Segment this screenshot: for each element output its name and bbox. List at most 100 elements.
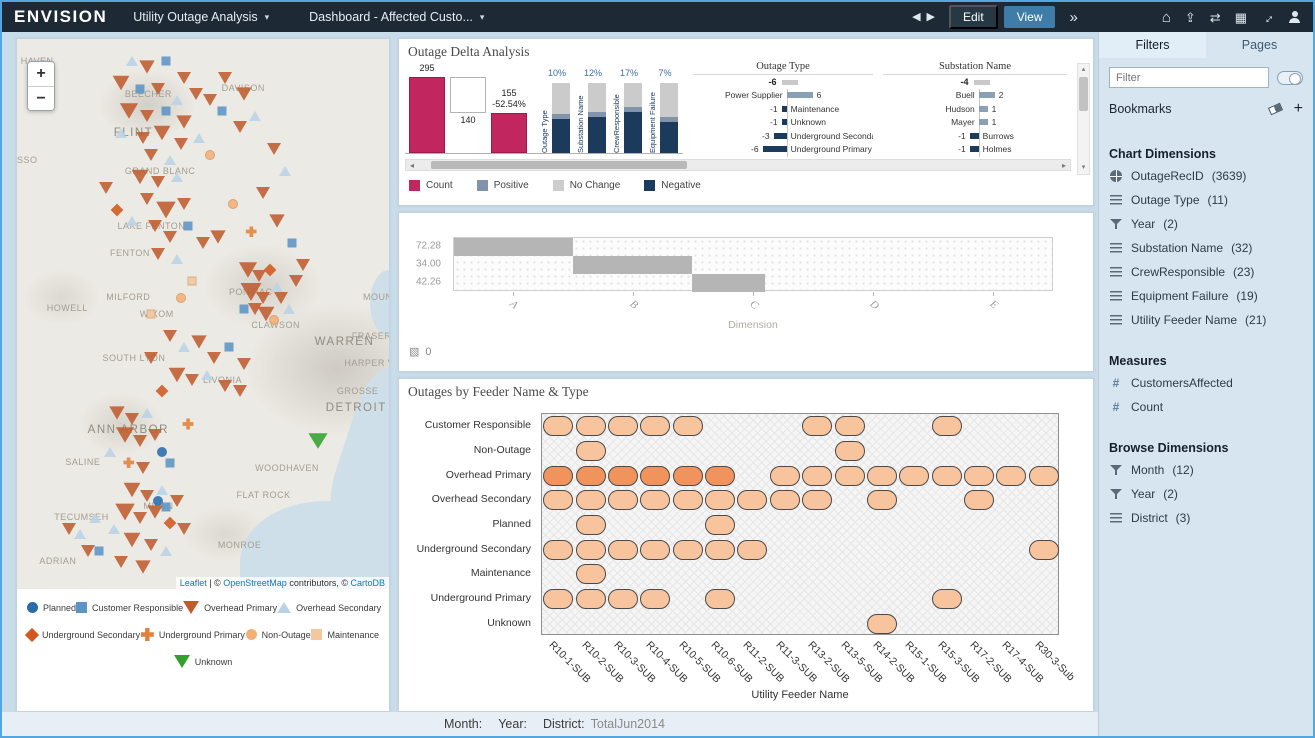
feeder-cell-pill[interactable] <box>705 539 736 560</box>
feeder-cell-pill[interactable] <box>866 613 897 634</box>
feeder-cell-pill[interactable] <box>640 589 671 609</box>
feeder-cell-pill[interactable] <box>543 465 574 486</box>
map-marker-overhead-primary[interactable] <box>132 434 147 447</box>
map-marker-overhead-primary[interactable] <box>136 462 151 474</box>
feeder-cell-pill[interactable] <box>672 539 703 560</box>
map-marker-overhead-secondary[interactable] <box>126 215 139 226</box>
feeder-cell-pill[interactable] <box>607 490 638 511</box>
mini-row-bar[interactable] <box>978 105 988 112</box>
map-marker-overhead-primary[interactable] <box>173 137 188 150</box>
map-marker-overhead-secondary[interactable] <box>282 303 295 314</box>
mini-chart-row[interactable]: Underground Primary -6 <box>693 143 873 155</box>
tab-pages[interactable]: Pages <box>1206 32 1313 58</box>
contribution-bar-equipment-failure[interactable]: 7% Equipment Failure <box>647 61 683 153</box>
dimension-item-crewresponsible[interactable]: CrewResponsible (23) <box>1099 260 1313 284</box>
feeder-cell-pill[interactable] <box>575 564 606 585</box>
mini-chart-row[interactable]: Underground Secondary -3 <box>693 130 873 142</box>
map-marker-overhead-primary[interactable] <box>177 522 192 535</box>
dimension-item-year[interactable]: Year (2) <box>1099 212 1313 236</box>
stacked-bar[interactable] <box>624 83 642 153</box>
map-marker-overhead-secondary[interactable] <box>170 94 183 105</box>
forward-icon[interactable]: » <box>1069 10 1077 25</box>
map-marker-overhead-primary[interactable] <box>62 522 77 535</box>
map-marker-overhead-primary[interactable] <box>114 555 129 568</box>
feeder-cell-pill[interactable] <box>607 539 638 560</box>
home-icon[interactable]: ⌂ <box>1162 10 1171 25</box>
map-marker-overhead-primary[interactable] <box>147 429 162 441</box>
map-marker-overhead-secondary[interactable] <box>193 133 206 143</box>
horizontal-scrollbar[interactable]: ◂ ▸ <box>405 159 1071 171</box>
map-marker-overhead-primary[interactable] <box>155 201 176 218</box>
zoom-in-button[interactable]: + <box>28 62 54 86</box>
contribution-bar-crewresponsible[interactable]: 17% CrewResponsible <box>611 61 647 153</box>
dimension-item-year[interactable]: Year (2) <box>1099 482 1313 506</box>
map-marker-overhead-primary[interactable] <box>143 539 158 551</box>
feeder-cell-pill[interactable] <box>575 515 606 535</box>
map-marker-customer-responsible[interactable] <box>239 304 249 313</box>
map-marker-overhead-primary[interactable] <box>210 230 226 244</box>
feeder-cell-pill[interactable] <box>737 490 768 511</box>
dimension-item-outagerecid[interactable]: OutageRecID (3639) <box>1099 164 1313 188</box>
scroll-down-icon[interactable]: ▾ <box>1078 162 1089 174</box>
mini-chart-row[interactable]: Buell 2 <box>883 89 1067 101</box>
map-marker-overhead-primary[interactable] <box>115 427 134 443</box>
map-marker-non-outage[interactable] <box>268 314 279 325</box>
feeder-cell-pill[interactable] <box>931 465 962 486</box>
map-marker-overhead-primary[interactable] <box>80 544 95 557</box>
map-marker-overhead-primary[interactable] <box>132 511 147 524</box>
mini-chart-row[interactable]: Burrows -1 <box>883 130 1067 142</box>
dimension-bar[interactable] <box>454 238 573 256</box>
map-marker-customer-responsible[interactable] <box>287 238 297 247</box>
mini-row-bar[interactable] <box>781 105 787 112</box>
map-marker-overhead-primary[interactable] <box>266 143 281 155</box>
dimension-item-substation-name[interactable]: Substation Name (32) <box>1099 236 1313 260</box>
map-marker-customer-responsible[interactable] <box>161 106 171 115</box>
feeder-cell-pill[interactable] <box>640 539 671 560</box>
scroll-up-icon[interactable]: ▴ <box>1078 64 1089 76</box>
map-marker-overhead-primary[interactable] <box>236 357 251 370</box>
filter-toggle[interactable] <box>1277 70 1303 85</box>
map-marker-overhead-secondary[interactable] <box>278 166 291 176</box>
feeder-cell-pill[interactable] <box>834 465 865 486</box>
map-marker-overhead-primary[interactable] <box>191 334 207 349</box>
map-marker-overhead-secondary[interactable] <box>163 155 176 165</box>
map-marker-overhead-primary[interactable] <box>184 374 199 386</box>
map-marker-underground-primary[interactable] <box>123 457 135 468</box>
map-marker-maintenance[interactable] <box>187 276 197 286</box>
map-marker-overhead-primary[interactable] <box>123 482 141 498</box>
map-marker-customer-responsible[interactable] <box>165 458 175 467</box>
feeder-cell-pill[interactable] <box>575 589 606 609</box>
map-marker-customer-responsible[interactable] <box>94 546 104 555</box>
filter-input[interactable] <box>1109 67 1269 88</box>
map-marker-underground-secondary[interactable] <box>111 203 124 216</box>
feeder-cell-pill[interactable] <box>1028 539 1059 560</box>
map-marker-overhead-primary[interactable] <box>147 220 162 232</box>
map-marker-overhead-primary[interactable] <box>274 291 289 304</box>
map-marker-overhead-primary[interactable] <box>236 87 252 101</box>
dashboard-selector-dropdown[interactable]: Dashboard - Affected Custo... ▾ <box>309 10 484 24</box>
map-marker-overhead-primary[interactable] <box>177 198 192 210</box>
scrollbar-thumb[interactable] <box>1079 77 1088 111</box>
feeder-cell-pill[interactable] <box>543 490 574 511</box>
map-marker-overhead-primary[interactable] <box>99 181 114 194</box>
mini-row-bar[interactable] <box>781 119 787 125</box>
feeder-cell-pill[interactable] <box>899 465 930 486</box>
feeder-cell-pill[interactable] <box>705 589 736 609</box>
map-marker-overhead-primary[interactable] <box>140 489 155 502</box>
vertical-scrollbar[interactable]: ▴ ▾ <box>1077 63 1090 175</box>
map-marker-overhead-primary[interactable] <box>109 406 126 420</box>
mini-chart-row[interactable]: Power Supplier 6 <box>693 89 873 101</box>
scrollbar-thumb[interactable] <box>430 161 687 169</box>
map-marker-overhead-primary[interactable] <box>177 71 192 84</box>
mini-row-bar[interactable] <box>978 92 995 98</box>
mini-chart-row[interactable]: Maintenance -1 <box>693 103 873 115</box>
waterfall-bar-end[interactable] <box>491 113 527 153</box>
map-marker-overhead-secondary[interactable] <box>249 111 262 121</box>
waterfall-bar-start[interactable] <box>409 77 445 153</box>
map-marker-overhead-secondary[interactable] <box>159 545 172 556</box>
map-marker-customer-responsible[interactable] <box>217 106 227 115</box>
map-canvas[interactable]: + − Leaflet | © OpenStreetMap contributo… <box>17 39 389 589</box>
map-marker-underground-primary[interactable] <box>245 226 257 237</box>
feeder-cell-pill[interactable] <box>802 416 833 437</box>
map-marker-overhead-primary[interactable] <box>135 560 152 574</box>
